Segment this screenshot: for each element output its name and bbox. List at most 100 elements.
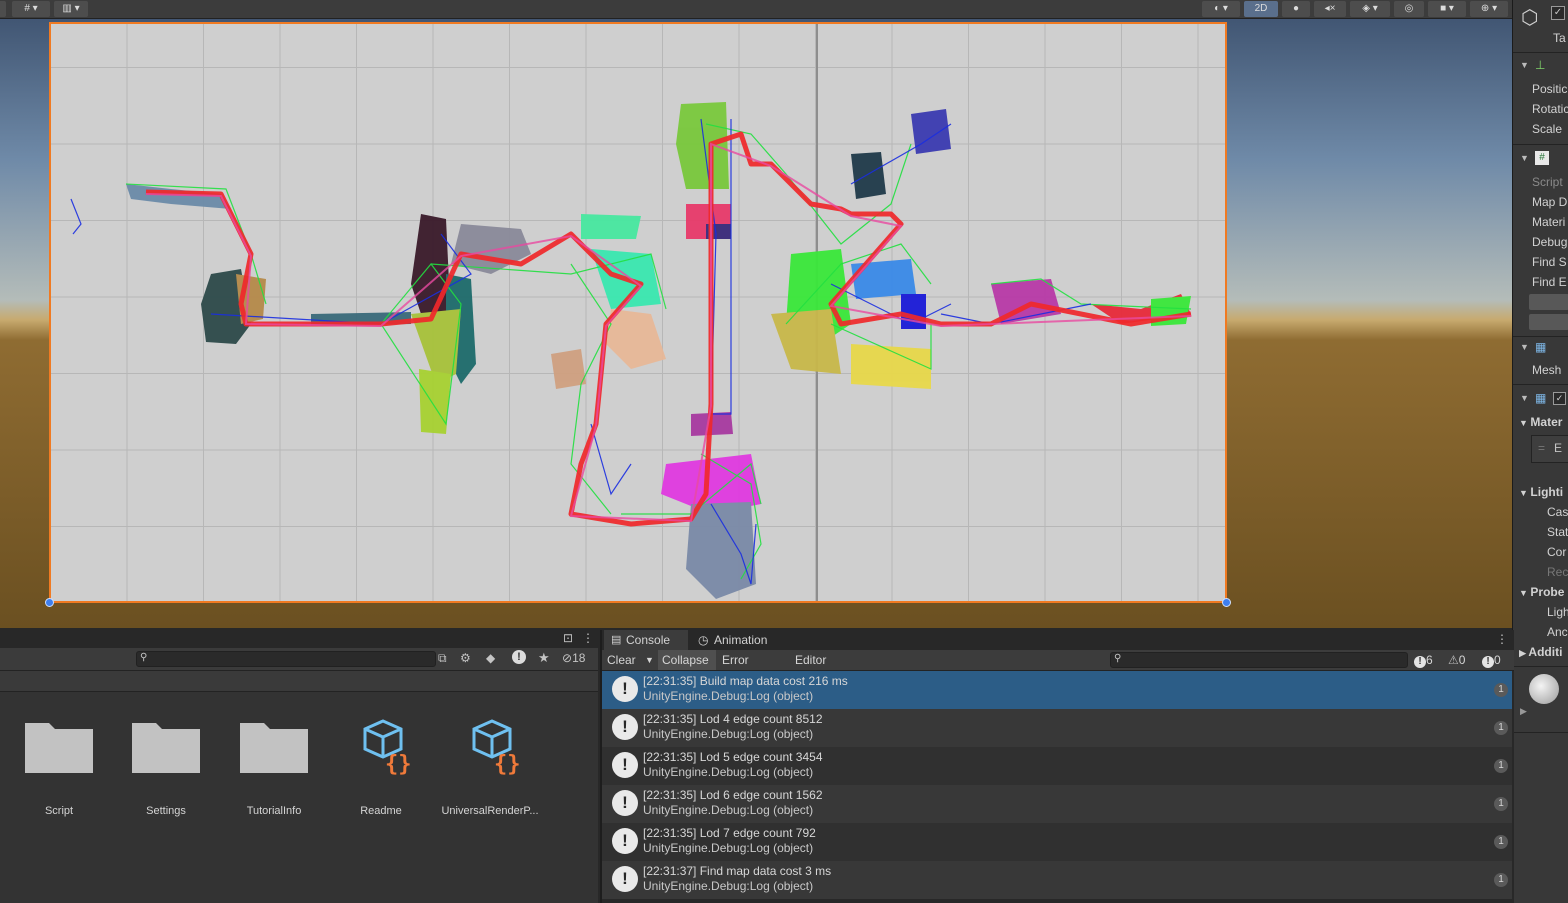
info-log-icon: ! [612,828,638,854]
clock-icon: ◷ [698,633,709,647]
error-count: 0 [1494,653,1501,667]
log-count-badge: 1 [1494,721,1508,735]
kebab-menu-icon[interactable]: ⋮ [1496,632,1508,646]
lighting-foldout[interactable]: ▼ Lighti [1519,482,1568,502]
editor-dropdown-label: Editor [795,653,827,667]
bottom-right-rect-handle[interactable] [1222,598,1231,607]
material-list-box[interactable]: = E [1531,435,1568,463]
log-filter-icon[interactable]: ! [512,650,526,664]
folder-icon [240,723,308,773]
transform-axes-icon: ⊥ [1535,58,1546,72]
log-entry[interactable]: ! [22:31:35] Lod 6 edge count 1562 Unity… [602,785,1512,823]
inspector-button-1[interactable] [1529,294,1568,310]
material-preview-sphere [1529,674,1559,704]
transform-header[interactable]: ▼ ⊥ [1513,55,1568,75]
scene-toolbar-left-button[interactable] [0,1,6,17]
log-entry[interactable]: ! [22:31:35] Lod 4 edge count 8512 Unity… [602,709,1512,747]
materials-foldout[interactable]: ▼ Mater [1519,412,1568,432]
additional-settings-foldout[interactable]: ▶ Additi [1519,642,1568,662]
probes-foldout[interactable]: ▼ Probe [1519,582,1568,602]
camera-dropdown[interactable]: ■ ▾ [1428,1,1466,17]
console-search-input[interactable]: ⚲ [1110,652,1408,668]
foldout-caret-icon: ▼ [1520,393,1529,403]
region [606,309,666,369]
log-source: UnityEngine.Debug:Log (object) [643,841,814,855]
log-message: [22:31:35] Lod 5 edge count 3454 [643,750,823,764]
error-pause-toggle[interactable]: Error Pause [718,650,790,687]
inspector-button-2[interactable] [1529,314,1568,330]
hidden-packages-toggle[interactable]: ⊘18 [562,651,585,665]
log-source: UnityEngine.Debug:Log (object) [643,879,814,893]
scriptable-object-icon: {} [472,719,521,775]
active-checkbox[interactable]: ✓ [1551,6,1565,20]
search-icon: ⚲ [140,652,148,663]
project-search-input[interactable]: ⚲ [136,651,436,667]
bottom-left-rect-handle[interactable] [45,598,54,607]
increment-snap-dropdown[interactable]: ▥ ▾ [54,1,88,17]
info-count: 6 [1426,653,1433,667]
search-by-label-icon[interactable]: ⚙ [460,651,471,665]
mesh-grid-icon: ▦ [1535,340,1547,354]
mesh-renderer-icon: ▦ [1535,391,1547,405]
info-filter-toggle[interactable]: ! 6 [1410,650,1444,670]
gizmos-dropdown[interactable]: ⊕ ▾ [1470,1,1508,17]
log-source: UnityEngine.Debug:Log (object) [643,765,814,779]
info-icon: ! [1414,656,1426,668]
receive-gi-label: Rec [1547,565,1568,579]
log-entry[interactable]: ! [22:31:35] Lod 7 edge count 792 UnityE… [602,823,1512,861]
project-breadcrumb-bar [0,671,598,692]
foldout-caret-icon[interactable]: ▶ [1520,706,1527,717]
error-filter-toggle[interactable]: ! 0 [1478,650,1512,670]
favorite-star-icon[interactable]: ★ [538,650,550,666]
mesh-filter-header[interactable]: ▼ ▦ [1513,337,1568,357]
tab-animation[interactable]: ◷ Animation [692,630,782,650]
scene-view[interactable]: # ▾ ▥ ▾ ◐ ▾ 2D ● ◂× ◈ ▾ ◎ ■ ▾ ⊕ ▾ [0,0,1512,628]
region [901,294,926,329]
log-count-badge: 1 [1494,873,1508,887]
mesh-renderer-header[interactable]: ▼ ▦ ✓ [1513,388,1568,408]
audio-toggle[interactable]: ◂× [1314,1,1346,17]
scene-visibility-toggle[interactable]: ◎ [1394,1,1424,17]
log-count-badge: 1 [1494,683,1508,697]
collapse-toggle[interactable]: Collapse [658,650,716,670]
light-probes-label: Ligh [1547,605,1568,619]
mesh-field-label: Mesh [1532,363,1562,377]
kebab-menu-icon[interactable]: ⋮ [582,631,594,645]
log-entry[interactable]: ! [22:31:37] Find map data cost 3 ms Uni… [602,861,1512,899]
log-entry[interactable]: ! [22:31:35] Lod 5 edge count 3454 Unity… [602,747,1512,785]
renderer-enabled-checkbox[interactable]: ✓ [1553,392,1566,405]
eye-hidden-icon: ◎ [1404,3,1414,14]
editor-dropdown[interactable]: Editor ▼ [791,650,841,687]
transform-scale-label: Scale [1532,122,1563,136]
foldout-caret-icon: ▼ [1520,342,1529,352]
log-source: UnityEngine.Debug:Log (object) [643,689,814,703]
lighting-toggle[interactable]: ● [1282,1,1310,17]
search-by-type-icon[interactable]: ⧉ [438,651,447,666]
lock-icon[interactable]: ⊡ [563,631,573,645]
transform-position-label: Positic [1532,82,1568,96]
clear-options-dropdown[interactable]: ▼ [641,650,657,670]
increment-snap-icon: ▥ [62,3,72,14]
tab-console[interactable]: ▤ Console [604,630,688,650]
lighting-label: Lighti [1530,485,1564,499]
grid-snap-dropdown[interactable]: # ▾ [12,1,50,17]
effects-dropdown[interactable]: ◈ ▾ [1350,1,1390,17]
region [771,309,841,374]
object-name-field[interactable]: Ta [1553,28,1568,48]
toggle-2d-button[interactable]: 2D [1244,1,1278,17]
foldout-caret-icon: ▼ [1519,488,1531,498]
draw-mode-dropdown[interactable]: ◐ ▾ [1202,1,1240,17]
chevron-down-icon: ▾ [32,3,38,14]
svg-text:{}: {} [385,752,412,775]
svg-text:{}: {} [494,752,521,775]
clear-button[interactable]: Clear [603,650,641,670]
material-field-label: Materi [1532,215,1566,229]
warning-filter-toggle[interactable]: ⚠0 [1444,650,1478,670]
tag-icon[interactable]: ◆ [486,651,495,665]
navmesh-debug-quad[interactable] [49,22,1227,603]
foldout-caret-icon: ▼ [1520,153,1529,163]
log-entry[interactable]: ! [22:31:35] Build map data cost 216 ms … [602,671,1512,709]
script-component-header[interactable]: ▼ # [1513,148,1568,168]
log-count-badge: 1 [1494,835,1508,849]
inspector-panel: ⬡ ✓ Ta ▼ ⊥ Positic Rotatic Scale ▼ # Scrip… [1512,0,1568,903]
